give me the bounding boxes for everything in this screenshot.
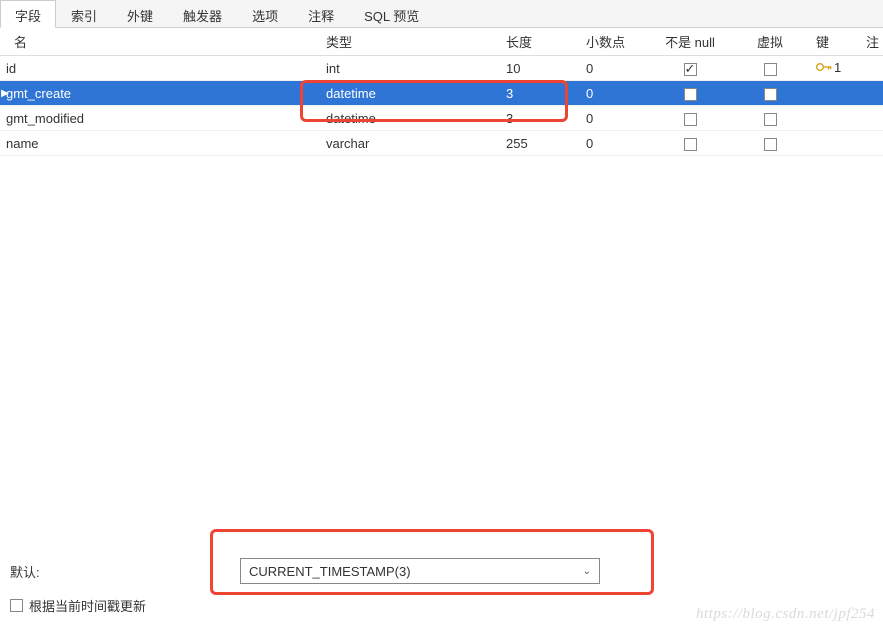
default-label: 默认: [10,562,240,581]
col-header-extra[interactable]: 注 [860,28,880,55]
tab-options[interactable]: 选项 [237,0,293,27]
tab-foreign-keys[interactable]: 外键 [112,0,168,27]
table-row[interactable]: ▶gmt_createdatetime30 [0,81,883,106]
cell-type[interactable]: datetime [320,107,500,130]
watermark-text: https://blog.csdn.net/jpf254 [696,606,875,623]
table-row[interactable]: gmt_modifieddatetime30 [0,106,883,131]
notnull-checkbox[interactable] [684,88,697,101]
virtual-checkbox[interactable] [764,113,777,126]
row-marker-icon: ▶ [0,88,10,99]
cell-name[interactable]: name [0,132,320,155]
cell-virtual[interactable] [730,106,810,129]
cell-decimal[interactable]: 0 [580,57,650,80]
cell-key[interactable] [810,139,860,147]
cell-length[interactable]: 3 [500,107,580,130]
tab-bar: 字段 索引 外键 触发器 选项 注释 SQL 预览 [0,0,883,28]
key-icon [816,61,832,73]
col-header-notnull[interactable]: 不是 null [650,28,730,55]
cell-notnull[interactable] [650,81,730,104]
cell-type[interactable]: datetime [320,82,500,105]
cell-notnull[interactable] [650,56,730,79]
cell-key[interactable]: 1 [810,56,860,81]
cell-notnull[interactable] [650,131,730,154]
col-header-key[interactable]: 键 [810,28,860,55]
cell-decimal[interactable]: 0 [580,107,650,130]
cell-decimal[interactable]: 0 [580,82,650,105]
virtual-checkbox[interactable] [764,88,777,101]
default-value-select[interactable]: CURRENT_TIMESTAMP(3) ⌄ [240,558,600,584]
col-header-decimal[interactable]: 小数点 [580,28,650,55]
tab-triggers[interactable]: 触发器 [168,0,237,27]
fields-table: 名 类型 长度 小数点 不是 null 虚拟 键 注 idint1001▶gmt… [0,28,883,156]
chevron-down-icon: ⌄ [583,566,591,577]
col-header-length[interactable]: 长度 [500,28,580,55]
tab-indexes[interactable]: 索引 [56,0,112,27]
cell-type[interactable]: varchar [320,132,500,155]
tab-sql-preview[interactable]: SQL 预览 [349,0,434,27]
notnull-checkbox[interactable] [684,138,697,151]
cell-notnull[interactable] [650,106,730,129]
virtual-checkbox[interactable] [764,63,777,76]
col-header-name[interactable]: 名 [0,28,320,55]
col-header-virtual[interactable]: 虚拟 [730,28,810,55]
update-on-timestamp-checkbox[interactable] [10,599,23,612]
cell-length[interactable]: 3 [500,82,580,105]
cell-name[interactable]: gmt_create [0,82,320,105]
update-on-timestamp-label: 根据当前时间戳更新 [29,596,146,615]
cell-type[interactable]: int [320,57,500,80]
key-number: 1 [834,60,841,75]
table-row[interactable]: idint100 1 [0,56,883,81]
tab-fields[interactable]: 字段 [0,0,56,28]
notnull-checkbox[interactable] [684,63,697,76]
table-header: 名 类型 长度 小数点 不是 null 虚拟 键 注 [0,28,883,56]
cell-name[interactable]: gmt_modified [0,107,320,130]
virtual-checkbox[interactable] [764,138,777,151]
cell-key[interactable] [810,114,860,122]
cell-length[interactable]: 10 [500,57,580,80]
cell-key[interactable] [810,89,860,97]
cell-virtual[interactable] [730,131,810,154]
cell-name[interactable]: id [0,57,320,80]
cell-virtual[interactable] [730,56,810,79]
default-value-text: CURRENT_TIMESTAMP(3) [249,564,411,579]
tab-comment[interactable]: 注释 [293,0,349,27]
table-row[interactable]: namevarchar2550 [0,131,883,156]
cell-virtual[interactable] [730,81,810,104]
cell-decimal[interactable]: 0 [580,132,650,155]
cell-length[interactable]: 255 [500,132,580,155]
col-header-type[interactable]: 类型 [320,28,500,55]
notnull-checkbox[interactable] [684,113,697,126]
